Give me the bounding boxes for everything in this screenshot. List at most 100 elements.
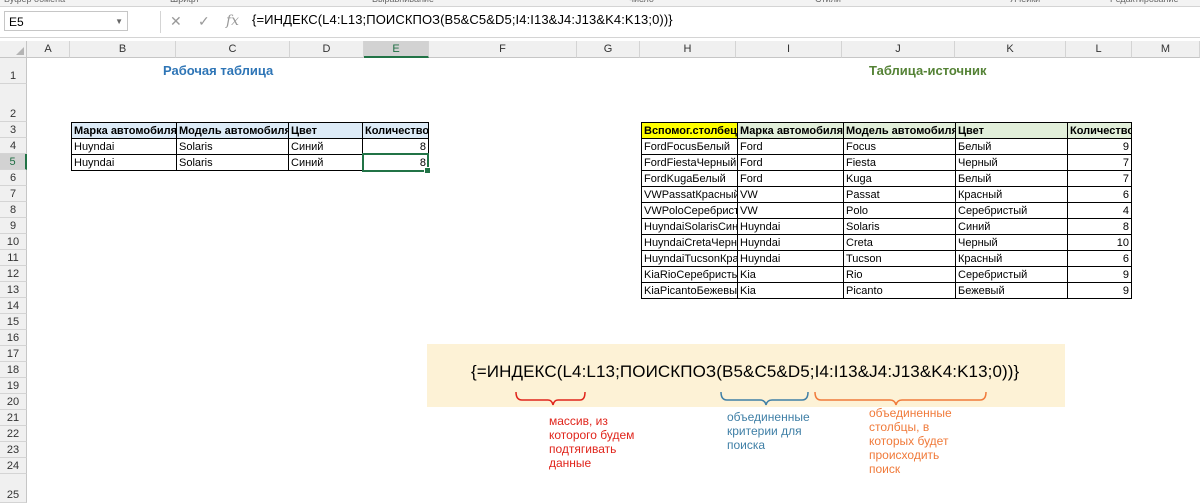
formula-input[interactable]: {=ИНДЕКС(L4:L13;ПОИСКПОЗ(B5&C5&D5;I4:I13… [252, 12, 673, 27]
work-table-header-cell[interactable]: Цвет [288, 122, 363, 139]
column-header-m[interactable]: M [1132, 41, 1200, 58]
column-header-a[interactable]: A [27, 41, 70, 58]
source-table-cell[interactable]: Passat [843, 186, 956, 203]
source-table-cell[interactable]: 4 [1067, 202, 1132, 219]
source-table-cell[interactable]: Ford [737, 170, 844, 187]
column-header-b[interactable]: B [70, 41, 176, 58]
column-header-e[interactable]: E [364, 41, 429, 58]
source-table-cell[interactable]: VWPoloСеребрист [641, 202, 738, 219]
source-table-cell[interactable]: Белый [955, 170, 1068, 187]
source-table-cell[interactable]: 8 [1067, 218, 1132, 235]
source-table-cell[interactable]: Solaris [843, 218, 956, 235]
row-header-3[interactable]: 3 [0, 122, 27, 138]
enter-icon[interactable]: ✓ [198, 13, 210, 30]
row-header-22[interactable]: 22 [0, 426, 27, 442]
row-header-14[interactable]: 14 [0, 298, 27, 314]
row-header-10[interactable]: 10 [0, 234, 27, 250]
row-header-25[interactable]: 25 [0, 474, 27, 503]
row-header-12[interactable]: 12 [0, 266, 27, 282]
source-table-cell[interactable]: 7 [1067, 154, 1132, 171]
source-table-cell[interactable]: Черный [955, 154, 1068, 171]
column-header-j[interactable]: J [842, 41, 955, 58]
source-table-header-cell[interactable]: Количество [1067, 122, 1132, 139]
select-all-button[interactable] [0, 41, 27, 58]
row-header-17[interactable]: 17 [0, 346, 27, 362]
row-header-6[interactable]: 6 [0, 170, 27, 186]
source-table-cell[interactable]: Huyndai [737, 234, 844, 251]
source-table-cell[interactable]: Красный [955, 250, 1068, 267]
name-box[interactable]: E5 ▼ [4, 11, 128, 31]
row-header-9[interactable]: 9 [0, 218, 27, 234]
source-table-cell[interactable]: Tucson [843, 250, 956, 267]
source-table-cell[interactable]: KiaPicantoБежевы [641, 282, 738, 299]
source-table-cell[interactable]: VW [737, 202, 844, 219]
source-table-cell[interactable]: 7 [1067, 170, 1132, 187]
source-table-cell[interactable]: Бежевый [955, 282, 1068, 299]
source-table-cell[interactable]: Kia [737, 282, 844, 299]
source-table-cell[interactable]: Fiesta [843, 154, 956, 171]
source-table-cell[interactable]: Черный [955, 234, 1068, 251]
row-header-23[interactable]: 23 [0, 442, 27, 458]
row-header-19[interactable]: 19 [0, 378, 27, 394]
source-table-header-cell[interactable]: Марка автомобиля [737, 122, 844, 139]
work-table-header-cell[interactable]: Марка автомобиля [71, 122, 177, 139]
row-header-24[interactable]: 24 [0, 458, 27, 474]
source-table-cell[interactable]: Белый [955, 138, 1068, 155]
work-table-cell[interactable]: Solaris [176, 138, 289, 155]
row-header-20[interactable]: 20 [0, 394, 27, 410]
source-table-cell[interactable]: HuyndaiCretaЧерны [641, 234, 738, 251]
work-table-cell[interactable]: Синий [288, 154, 363, 171]
source-table-header-cell[interactable]: Вспомог.столбец [641, 122, 738, 139]
work-table-cell[interactable]: Huyndai [71, 154, 177, 171]
source-table-cell[interactable]: VWPassatКрасный [641, 186, 738, 203]
insert-function-icon[interactable]: fx [226, 13, 239, 29]
source-table-cell[interactable]: Красный [955, 186, 1068, 203]
source-table-cell[interactable]: Creta [843, 234, 956, 251]
source-table-cell[interactable]: HuyndaiTucsonКрас [641, 250, 738, 267]
row-header-1[interactable]: 1 [0, 58, 27, 84]
row-header-15[interactable]: 15 [0, 314, 27, 330]
source-table-cell[interactable]: Picanto [843, 282, 956, 299]
column-header-l[interactable]: L [1066, 41, 1132, 58]
row-header-4[interactable]: 4 [0, 138, 27, 154]
source-table-cell[interactable]: Серебристый [955, 266, 1068, 283]
work-table-cell[interactable]: Solaris [176, 154, 289, 171]
column-header-h[interactable]: H [640, 41, 736, 58]
work-table-cell[interactable]: Синий [288, 138, 363, 155]
source-table-cell[interactable]: 9 [1067, 266, 1132, 283]
column-header-c[interactable]: C [176, 41, 290, 58]
work-table-cell[interactable]: 8 [362, 154, 429, 171]
work-table-header-cell[interactable]: Модель автомобиля [176, 122, 289, 139]
source-table-cell[interactable]: VW [737, 186, 844, 203]
source-table-cell[interactable]: Huyndai [737, 250, 844, 267]
row-header-16[interactable]: 16 [0, 330, 27, 346]
row-header-13[interactable]: 13 [0, 282, 27, 298]
chevron-down-icon[interactable]: ▼ [115, 12, 123, 32]
row-header-18[interactable]: 18 [0, 362, 27, 378]
source-table-cell[interactable]: FordKugaБелый [641, 170, 738, 187]
column-header-d[interactable]: D [290, 41, 364, 58]
column-header-i[interactable]: I [736, 41, 842, 58]
source-table-header-cell[interactable]: Цвет [955, 122, 1068, 139]
source-table-cell[interactable]: 6 [1067, 250, 1132, 267]
source-table-cell[interactable]: Polo [843, 202, 956, 219]
work-table-header-cell[interactable]: Количество [362, 122, 429, 139]
source-table-cell[interactable]: FordFocusБелый [641, 138, 738, 155]
work-table-cell[interactable]: Huyndai [71, 138, 177, 155]
source-table-cell[interactable]: 9 [1067, 282, 1132, 299]
source-table-cell[interactable]: Ford [737, 138, 844, 155]
source-table-cell[interactable]: HuyndaiSolarisСини [641, 218, 738, 235]
source-table-cell[interactable]: Kia [737, 266, 844, 283]
source-table-cell[interactable]: Rio [843, 266, 956, 283]
row-header-8[interactable]: 8 [0, 202, 27, 218]
work-table-cell[interactable]: 8 [362, 138, 429, 155]
source-table-cell[interactable]: 10 [1067, 234, 1132, 251]
source-table-header-cell[interactable]: Модель автомобиля [843, 122, 956, 139]
source-table-cell[interactable]: Huyndai [737, 218, 844, 235]
row-header-11[interactable]: 11 [0, 250, 27, 266]
source-table-cell[interactable]: Синий [955, 218, 1068, 235]
row-header-21[interactable]: 21 [0, 410, 27, 426]
column-header-k[interactable]: K [955, 41, 1066, 58]
column-header-g[interactable]: G [577, 41, 640, 58]
row-header-2[interactable]: 2 [0, 84, 27, 122]
